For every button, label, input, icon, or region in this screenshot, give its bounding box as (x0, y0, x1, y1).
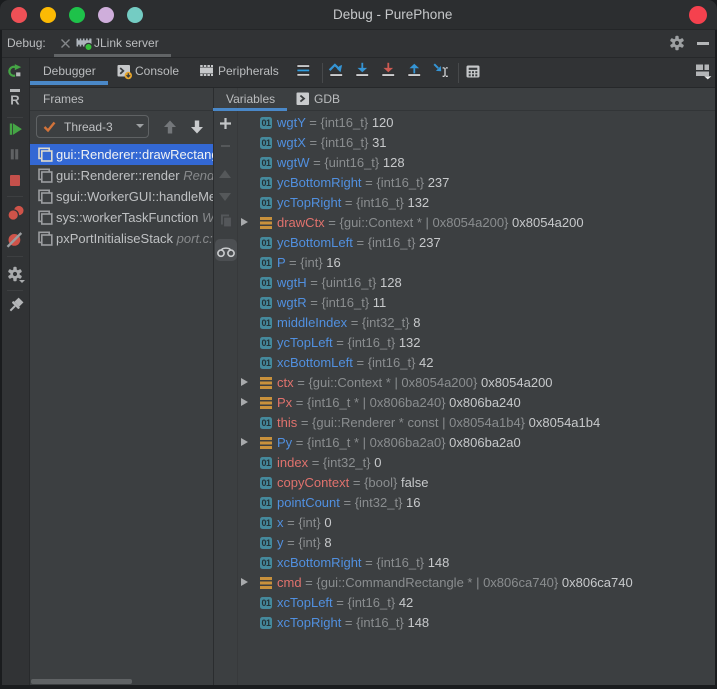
svg-text:R: R (10, 93, 20, 107)
